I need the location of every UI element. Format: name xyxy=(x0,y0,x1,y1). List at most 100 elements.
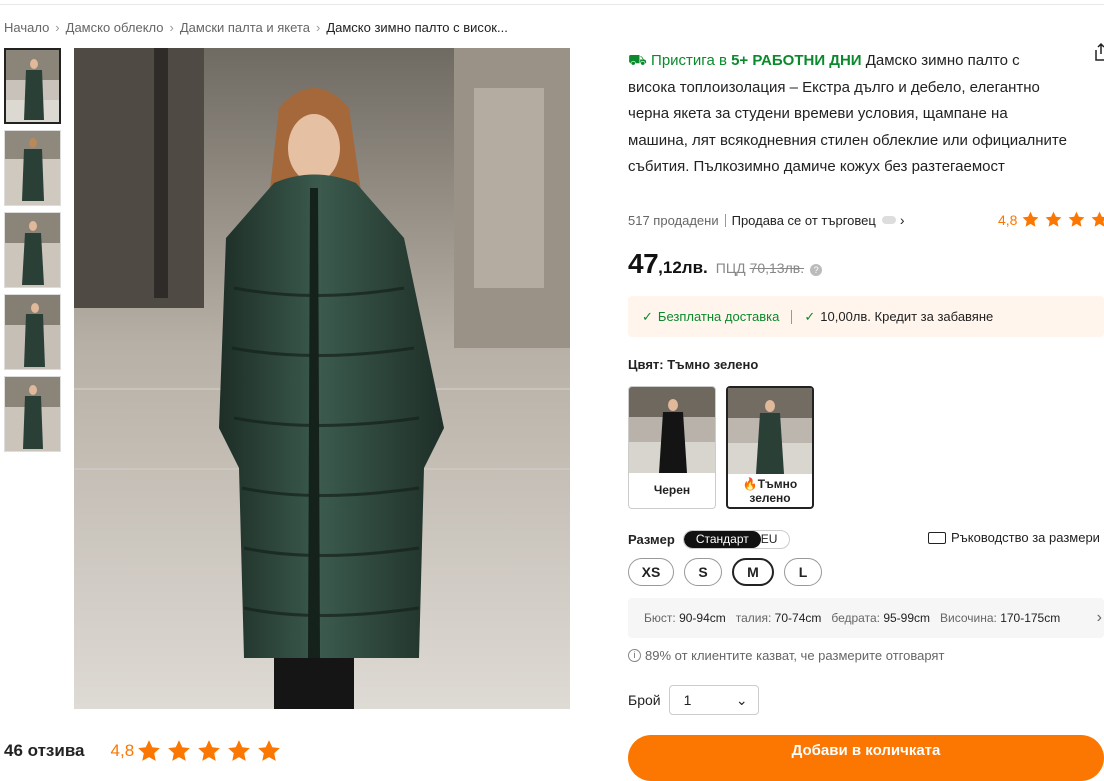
size-system-standard[interactable]: Стандарт xyxy=(683,531,761,548)
product-title: ⛟ Пристига в 5+ РАБОТНИ ДНИ Дамско зимно… xyxy=(628,48,1068,181)
breadcrumb-coats-jackets[interactable]: Дамски палта и якета xyxy=(180,20,310,35)
chevron-right-icon: › xyxy=(315,20,321,35)
info-icon[interactable]: ? xyxy=(810,264,823,276)
product-title-text: Дамско зимно палто с висока топлоизолаци… xyxy=(628,52,1067,175)
size-options: XS S M L xyxy=(628,558,822,586)
star-icon xyxy=(198,740,220,761)
breadcrumb-women-clothing[interactable]: Дамско облекло xyxy=(66,20,164,35)
chevron-right-icon: › xyxy=(55,20,60,35)
thumbnail-5[interactable] xyxy=(4,376,61,452)
color-option-label: Черен xyxy=(653,483,691,497)
chevron-right-icon: › xyxy=(1096,609,1102,626)
hips-value: 95-99cm xyxy=(883,611,930,625)
size-system-eu[interactable]: EU xyxy=(761,531,790,548)
seller-link[interactable]: Продава се от търговец xyxy=(732,213,876,228)
breadcrumb: Начало › Дамско облекло › Дамски палта и… xyxy=(4,20,508,35)
thumbnail-2[interactable] xyxy=(4,130,61,206)
height-value: 170-175cm xyxy=(1000,611,1061,625)
star-icon xyxy=(1046,211,1062,227)
quantity-label: Брой xyxy=(628,692,661,708)
size-option-m[interactable]: M xyxy=(732,558,774,586)
star-icon xyxy=(228,740,250,761)
waist-label: талия: xyxy=(735,611,772,625)
breadcrumb-current: Дамско зимно палто с висок... xyxy=(326,20,508,35)
chevron-down-icon: ⌄ xyxy=(735,691,748,708)
rating-score: 4,8 xyxy=(998,211,1018,228)
size-option-xs[interactable]: XS xyxy=(628,558,674,586)
star-icon xyxy=(1092,211,1104,227)
free-delivery: Безплатна доставка xyxy=(657,309,780,324)
size-measurements[interactable]: Бюст: 90-94cm талия: 70-74cm бедрата: 95… xyxy=(628,598,1104,638)
coat-thumbnail-image xyxy=(5,213,60,287)
top-divider xyxy=(0,4,1104,5)
delay-credit: 10,00лв. Кредит за забавяне xyxy=(820,309,994,324)
benefits-bar: ✓ Безплатна доставка ✓ 10,00лв. Кредит з… xyxy=(628,296,1104,337)
size-guide-link[interactable]: Ръководство за размери xyxy=(928,530,1100,545)
color-option-black[interactable]: Черен xyxy=(628,386,716,509)
star-icon xyxy=(138,740,160,761)
rating-stars xyxy=(1021,210,1104,229)
old-price-value: 70,13лв. xyxy=(749,260,805,276)
quantity-select[interactable]: 1 ⌄ xyxy=(668,685,759,715)
color-option-dark-green[interactable]: 🔥Тъмно зелено xyxy=(726,386,814,509)
bust-label: Бюст: xyxy=(644,611,676,625)
reviews-stars xyxy=(136,738,282,764)
star-icon xyxy=(258,740,280,761)
waist-value: 70-74cm xyxy=(774,611,822,625)
truck-icon: ⛟ xyxy=(628,52,652,69)
delivery-days: 5+ РАБОТНИ ДНИ xyxy=(731,52,862,69)
thumbnail-4[interactable] xyxy=(4,294,61,370)
fit-text: 89% от клиентите казват, че размерите от… xyxy=(645,648,945,663)
price-integer: 47 xyxy=(628,248,659,279)
size-option-l[interactable]: L xyxy=(784,558,822,586)
size-option-s[interactable]: S xyxy=(684,558,722,586)
thumbnail-3[interactable] xyxy=(4,212,61,288)
color-option-label: 🔥Тъмно зелено xyxy=(728,474,812,505)
bust-value: 90-94cm xyxy=(679,611,726,625)
height-label: Височина: xyxy=(940,611,997,625)
info-icon: i xyxy=(628,649,641,662)
quantity-row: Брой 1 ⌄ xyxy=(628,685,759,715)
check-icon: ✓ xyxy=(804,308,816,324)
delivery-prefix: Пристига в xyxy=(651,52,732,69)
coat-back-thumbnail-image xyxy=(5,131,60,205)
fit-note: i 89% от клиентите казват, че размерите … xyxy=(628,648,944,663)
reviews-summary: 46 отзива 4,8 xyxy=(4,738,282,764)
star-icon xyxy=(1069,211,1085,227)
divider xyxy=(791,309,793,324)
add-to-cart-button[interactable]: Добави в количката xyxy=(628,735,1104,781)
dark-green-coat-swatch-image xyxy=(728,388,812,474)
thumbnail-gallery xyxy=(4,48,62,458)
size-label: Размер xyxy=(628,532,675,547)
black-coat-swatch-image xyxy=(629,387,715,473)
ruler-icon xyxy=(928,531,946,544)
coat-thumbnail-image xyxy=(5,377,60,451)
thumbnail-1[interactable] xyxy=(4,48,61,124)
size-header: Размер Стандарт EU xyxy=(628,530,791,549)
coat-model-photo xyxy=(74,48,570,709)
coat-thumbnail-image xyxy=(6,50,59,122)
reviews-count[interactable]: 46 отзива xyxy=(4,741,85,761)
size-guide-label: Ръководство за размери xyxy=(951,530,1100,545)
product-rating[interactable]: 4,8 xyxy=(998,210,1104,229)
product-info: ⛟ Пристига в 5+ РАБОТНИ ДНИ Дамско зимно… xyxy=(628,48,1104,181)
price-fraction: ,12лв. xyxy=(658,258,708,277)
divider xyxy=(724,213,726,227)
star-icon xyxy=(1023,211,1039,227)
breadcrumb-home[interactable]: Начало xyxy=(4,20,49,35)
check-icon: ✓ xyxy=(642,308,653,324)
coat-side-thumbnail-image xyxy=(5,295,60,369)
price: 47 ,12лв. ПЦД 70,13лв. ? xyxy=(628,248,823,280)
main-product-image[interactable] xyxy=(74,48,570,709)
star-icon xyxy=(168,740,190,761)
seller-badge-icon xyxy=(881,216,896,224)
old-price: ПЦД 70,13лв. xyxy=(716,260,804,276)
chevron-right-icon: › xyxy=(169,20,174,35)
sold-count: 517 продадени xyxy=(628,212,719,228)
old-price-label: ПЦД xyxy=(715,260,746,276)
delivery-badge: ⛟ Пристига в 5+ РАБОТНИ ДНИ xyxy=(628,52,862,69)
quantity-value: 1 xyxy=(683,692,692,708)
hips-label: бедрата: xyxy=(831,611,880,625)
color-label: Цвят: Тъмно зелено xyxy=(628,357,759,372)
reviews-rating: 4,8 xyxy=(110,741,135,760)
